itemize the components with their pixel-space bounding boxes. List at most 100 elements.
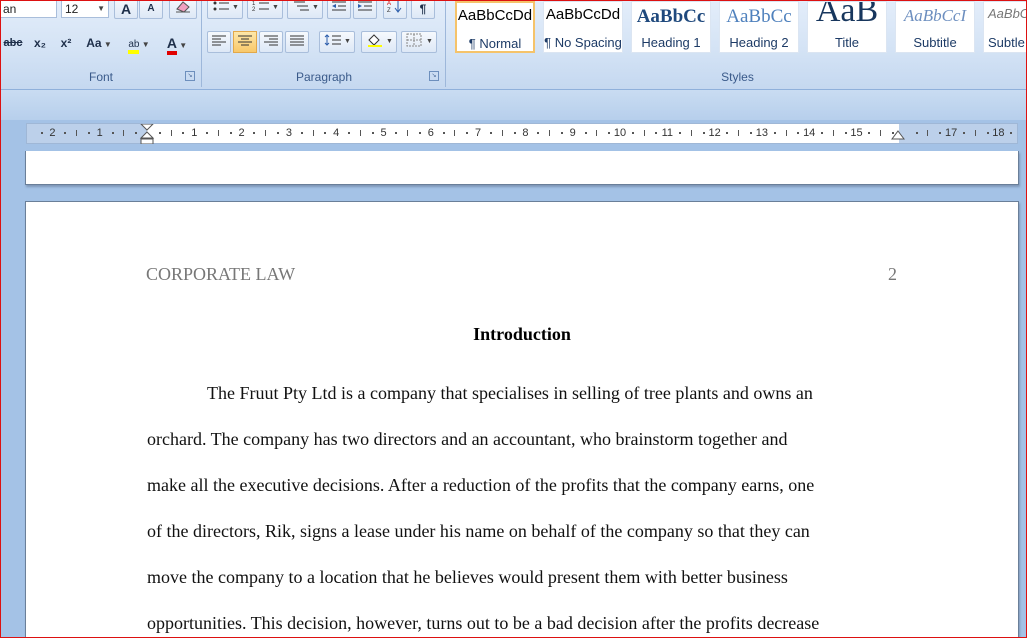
ruler-dot [679,132,682,134]
text-line: make all the executive decisions. After … [147,475,815,495]
font-dialog-launcher-icon[interactable]: ↘ [185,71,195,81]
style-name: Heading 1 [641,35,701,50]
multilevel-list-button[interactable]: ▼ [287,1,323,19]
ruler-tick [549,130,551,136]
font-name-value: an [3,2,17,16]
sort-button[interactable]: AZ [383,1,407,19]
ruler-tick [832,130,834,136]
ruler-dot [797,132,800,134]
style-heading-2[interactable]: AaBbCc Heading 2 [719,1,799,53]
style-name: ¶ Normal [468,36,522,51]
ruler-tick [643,130,645,136]
ruler-tick [927,130,929,136]
ruler-dot [962,132,965,134]
ruler-dot [206,132,209,134]
ruler-tick [123,130,125,136]
justify-button[interactable] [285,31,309,53]
svg-text:▼: ▼ [344,38,351,45]
grow-font-button[interactable]: A [114,1,138,19]
ruler-dot [915,132,918,134]
borders-icon: ▼ [406,33,433,47]
svg-text:▼: ▼ [232,4,239,11]
numbering-button[interactable]: 1 2 ▼ [247,1,283,19]
clear-formatting-button[interactable] [169,1,197,19]
ruler-number: 13 [755,127,769,139]
ruler-dot [537,132,540,134]
paragraph-group: ▼ 1 2 ▼ ▼ AZ ¶ ▼ ▼ ▼ Paragraph ↘ [203,1,446,87]
change-case-label: Aa [86,36,102,50]
text-line: opportunities. This decision, however, t… [147,613,820,633]
ruler-tick [690,130,692,136]
font-name-box[interactable]: an [1,1,57,18]
style-sample: AaBbCc [636,6,706,27]
ruler-dot [584,132,587,134]
ruler-number: 1 [96,127,103,139]
ruler-dot [1010,132,1013,134]
document-page[interactable]: CORPORATE LAW 2 Introduction The Fruut P… [25,201,1019,637]
ruler-number: 1 [191,127,198,139]
ruler-number: 18 [992,127,1005,139]
ruler-dot [868,132,871,134]
align-left-button[interactable] [207,31,231,53]
grow-font-label: A [120,1,132,17]
increase-indent-button[interactable] [353,1,377,19]
line-spacing-button[interactable]: ▼ [319,31,355,53]
style-sample: AaBbCcDd [545,6,621,23]
decrease-indent-button[interactable] [327,1,351,19]
style-subtle[interactable]: AaBbC Subtle [983,1,1026,53]
text-line: move the company to a location that he b… [147,567,788,587]
style-title[interactable]: AaB Title [807,1,887,53]
align-right-button[interactable] [259,31,283,53]
style-no-spacing[interactable]: AaBbCcDd ¶ No Spacing [543,1,623,53]
ruler-number: 2 [49,127,56,139]
line-spacing-icon: ▼ [324,34,351,46]
body-paragraph[interactable]: The Fruut Pty Ltd is a company that spec… [147,382,907,637]
strikethrough-label: abc [3,37,23,49]
ruler-dot [513,132,516,134]
paragraph-dialog-launcher-icon[interactable]: ↘ [429,71,439,81]
strikethrough-button[interactable]: abc [1,31,25,53]
subscript-button[interactable]: x₂ [28,31,52,53]
superscript-button[interactable]: x² [54,31,78,53]
svg-text:2: 2 [252,7,256,13]
bullets-button[interactable]: ▼ [207,1,243,19]
style-subtitle[interactable]: AaBbCcI Subtitle [895,1,975,53]
style-normal[interactable]: AaBbCcDd ¶ Normal [455,1,535,53]
shading-button[interactable]: ▼ [361,31,397,53]
style-name: Subtle [988,35,1025,50]
align-left-icon [212,35,226,46]
font-size-box[interactable]: 12 ▼ [61,1,109,18]
ruler-number: 3 [285,127,292,139]
ruler-dot [395,132,398,134]
svg-text:▼: ▼ [386,38,393,45]
increase-indent-icon [358,1,372,11]
ruler-dot [442,132,445,134]
chevron-down-icon: ▼ [97,4,105,13]
style-name: Title [834,35,860,50]
highlight-label: ab [128,39,140,54]
ruler-number: 14 [803,127,816,139]
text-line: The Fruut Pty Ltd is a company that spec… [207,383,813,403]
word-window: an 12 ▼ A A abc x₂ x² Aa ▼ ab ▼ A ▼ Font… [0,0,1027,638]
svg-text:Z: Z [387,8,391,13]
horizontal-ruler[interactable]: 2 1 1 2 3 4 5 6 7 8 9 10 11 12 13 14 15 17 18 [26,123,1018,145]
show-hide-button[interactable]: ¶ [411,1,435,19]
ruler-dot [277,132,280,134]
align-center-button[interactable] [233,31,257,53]
shrink-font-button[interactable]: A [139,1,163,19]
previous-page-bottom [25,151,1019,185]
ruler-number: 15 [850,127,863,139]
ruler-number: 9 [569,127,576,139]
indent-markers-icon[interactable] [139,124,155,145]
eraser-icon [176,1,190,13]
change-case-button[interactable]: Aa ▼ [83,31,115,53]
ruler-dot [324,132,327,134]
right-indent-marker-icon[interactable] [891,129,905,143]
font-color-button[interactable]: A ▼ [159,31,195,55]
borders-button[interactable]: ▼ [401,31,437,53]
ruler-tick [785,130,787,136]
ruler-tick [596,130,598,136]
ruler-number: 4 [333,127,340,139]
highlight-button[interactable]: ab ▼ [121,31,157,54]
style-heading-1[interactable]: AaBbCc Heading 1 [631,1,711,53]
